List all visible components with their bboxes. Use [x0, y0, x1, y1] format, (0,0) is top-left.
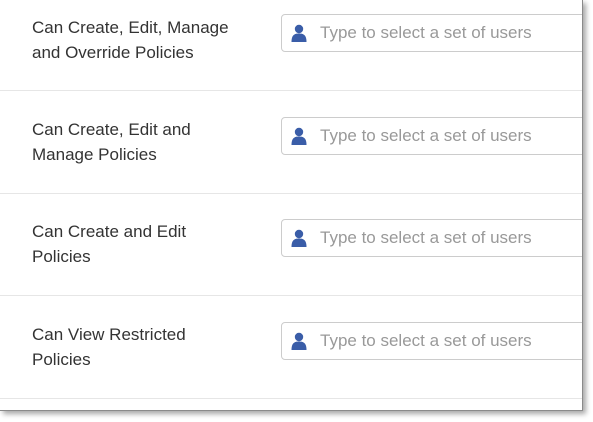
user-select-input[interactable] [320, 220, 582, 256]
user-icon [291, 332, 307, 350]
permission-label: Can Create, Edit, Manage and Override Po… [32, 18, 229, 62]
user-icon [291, 229, 307, 247]
permission-row: Can Create, Edit, Manage and Override Po… [0, 0, 582, 91]
user-icon [291, 127, 307, 145]
permission-row: Can View Restricted Policies [0, 295, 582, 399]
permission-row: Can Create, Edit and Manage Policies [0, 90, 582, 194]
permission-label: Can Create, Edit and Manage Policies [32, 120, 191, 164]
permission-row: Can Create and Edit Policies [0, 193, 582, 296]
user-select-field[interactable] [281, 14, 582, 52]
user-select-input[interactable] [320, 15, 582, 51]
permission-label: Can Create and Edit Policies [32, 222, 187, 266]
user-select-field[interactable] [281, 322, 582, 360]
user-select-input[interactable] [320, 323, 582, 359]
user-select-field[interactable] [281, 117, 582, 155]
permission-label: Can View Restricted Policies [32, 325, 186, 369]
user-icon [291, 24, 307, 42]
user-select-field[interactable] [281, 219, 582, 257]
permissions-panel: Can Create, Edit, Manage and Override Po… [0, 0, 583, 411]
user-select-input[interactable] [320, 118, 582, 154]
